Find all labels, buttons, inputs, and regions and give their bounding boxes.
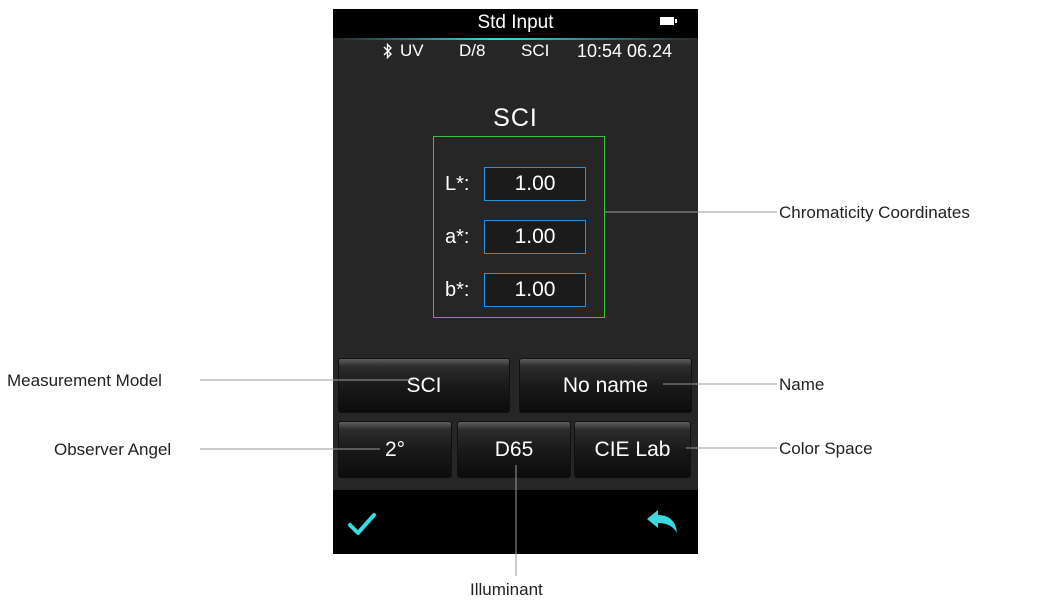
callout-chromaticity: Chromaticity Coordinates [779, 203, 970, 222]
callout-name: Name [779, 375, 825, 394]
callout-observer-angle: Observer Angel [54, 440, 172, 459]
callout-illuminant: Illuminant [470, 580, 543, 599]
callout-color-space: Color Space [779, 439, 873, 458]
callout-measurement-model: Measurement Model [7, 371, 162, 390]
callout-connectors [200, 211, 777, 576]
